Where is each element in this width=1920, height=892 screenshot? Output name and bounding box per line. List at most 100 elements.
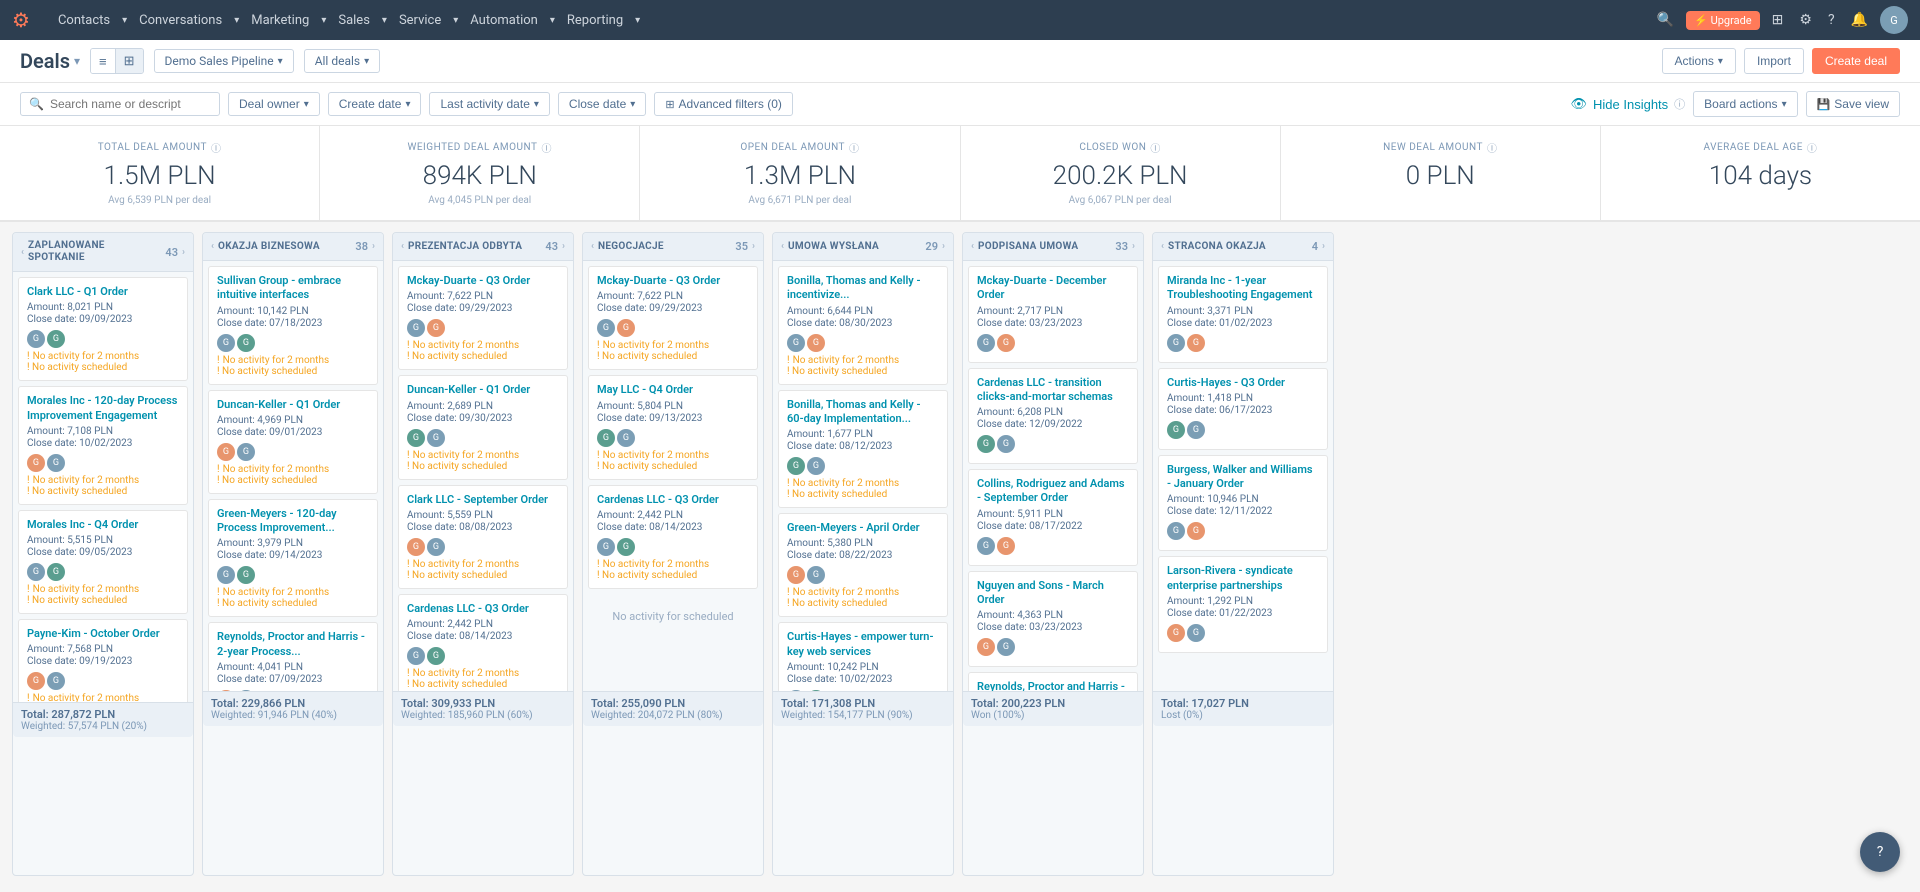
- deal-name[interactable]: Cardenas LLC - transition clicks-and-mor…: [977, 376, 1129, 405]
- nav-conversations[interactable]: Conversations: [127, 0, 234, 40]
- deals-filter-select[interactable]: All deals▾: [304, 49, 380, 73]
- last-activity-filter[interactable]: Last activity date▾: [429, 92, 549, 116]
- deal-card[interactable]: Duncan-Keller - Q1 Order Amount: 2,689 P…: [398, 375, 568, 479]
- hide-insights-button[interactable]: 👁 Hide Insights ⓘ: [1571, 96, 1686, 112]
- deal-name[interactable]: Nguyen and Sons - March Order: [977, 579, 1129, 608]
- column-nav-next[interactable]: ›: [1322, 241, 1325, 252]
- user-avatar[interactable]: G: [1880, 6, 1908, 34]
- deal-name[interactable]: Bonilla, Thomas and Kelly - incentivize.…: [787, 274, 939, 303]
- deal-name[interactable]: May LLC - Q4 Order: [597, 383, 749, 397]
- deal-name[interactable]: Green-Meyers - 120-day Process Improveme…: [217, 507, 369, 536]
- settings-icon[interactable]: ⚙: [1791, 12, 1820, 28]
- column-nav-prev[interactable]: ‹: [1161, 241, 1164, 252]
- column-nav-prev[interactable]: ‹: [781, 241, 784, 252]
- search-box[interactable]: 🔍: [20, 92, 220, 116]
- deal-name[interactable]: Duncan-Keller - Q1 Order: [217, 398, 369, 412]
- column-nav-next[interactable]: ›: [372, 241, 375, 252]
- notifications-icon[interactable]: 🔔: [1843, 12, 1876, 28]
- deal-card[interactable]: Payne-Kim - October Order Amount: 7,568 …: [18, 619, 188, 702]
- deal-name[interactable]: Bonilla, Thomas and Kelly - 60-day Imple…: [787, 398, 939, 427]
- column-nav-next[interactable]: ›: [562, 241, 565, 252]
- board-actions-button[interactable]: Board actions▾: [1693, 91, 1797, 117]
- deal-card[interactable]: Reynolds, Proctor and Harris - January O…: [968, 672, 1138, 691]
- column-nav-prev[interactable]: ‹: [21, 247, 24, 258]
- deal-card[interactable]: Reynolds, Proctor and Harris - 2-year Pr…: [208, 622, 378, 691]
- deal-name[interactable]: Cardenas LLC - Q3 Order: [407, 602, 559, 616]
- upgrade-button[interactable]: ⚡ Upgrade: [1686, 11, 1759, 30]
- hubspot-logo[interactable]: ⚙: [12, 8, 30, 32]
- deal-card[interactable]: Green-Meyers - 120-day Process Improveme…: [208, 499, 378, 618]
- import-button[interactable]: Import: [1744, 48, 1804, 74]
- actions-button[interactable]: Actions▾: [1662, 48, 1736, 74]
- deal-name[interactable]: Curtis-Hayes - Q3 Order: [1167, 376, 1319, 390]
- deal-card[interactable]: Morales Inc - Q4 Order Amount: 5,515 PLN…: [18, 510, 188, 614]
- deal-card[interactable]: Cardenas LLC - Q3 Order Amount: 2,442 PL…: [398, 594, 568, 691]
- deal-name[interactable]: Reynolds, Proctor and Harris - January O…: [977, 680, 1129, 691]
- deal-card[interactable]: Green-Meyers - April Order Amount: 5,380…: [778, 513, 948, 617]
- column-nav-prev[interactable]: ‹: [591, 241, 594, 252]
- deal-card[interactable]: Curtis-Hayes - empower turn-key web serv…: [778, 622, 948, 691]
- column-nav-next[interactable]: ›: [752, 241, 755, 252]
- close-date-filter[interactable]: Close date▾: [558, 92, 646, 116]
- deal-card[interactable]: Clark LLC - Q1 Order Amount: 8,021 PLN C…: [18, 277, 188, 381]
- deal-name[interactable]: Sullivan Group - embrace intuitive inter…: [217, 274, 369, 303]
- column-nav-prev[interactable]: ‹: [211, 241, 214, 252]
- deal-name[interactable]: Clark LLC - Q1 Order: [27, 285, 179, 299]
- deal-card[interactable]: Burgess, Walker and Williams - January O…: [1158, 455, 1328, 552]
- search-icon[interactable]: 🔍: [1649, 12, 1682, 28]
- deal-card[interactable]: Collins, Rodriguez and Adams - September…: [968, 469, 1138, 566]
- deal-card[interactable]: Morales Inc - 120-day Process Improvemen…: [18, 386, 188, 505]
- column-nav-next[interactable]: ›: [1132, 241, 1135, 252]
- deal-name[interactable]: Green-Meyers - April Order: [787, 521, 939, 535]
- deal-name[interactable]: Morales Inc - Q4 Order: [27, 518, 179, 532]
- create-date-filter[interactable]: Create date▾: [328, 92, 422, 116]
- deals-dropdown-caret[interactable]: ▾: [74, 54, 80, 68]
- column-nav-prev[interactable]: ‹: [971, 241, 974, 252]
- deal-name[interactable]: Burgess, Walker and Williams - January O…: [1167, 463, 1319, 492]
- column-nav-next[interactable]: ›: [182, 247, 185, 258]
- nav-marketing[interactable]: Marketing: [239, 0, 321, 40]
- deal-card[interactable]: Mckay-Duarte - Q3 Order Amount: 7,622 PL…: [398, 266, 568, 370]
- deal-card[interactable]: Cardenas LLC - Q3 Order Amount: 2,442 PL…: [588, 485, 758, 589]
- advanced-filters-button[interactable]: ⊞Advanced filters (0): [654, 92, 793, 116]
- help-button[interactable]: ?: [1860, 832, 1900, 872]
- deal-card[interactable]: Clark LLC - September Order Amount: 5,55…: [398, 485, 568, 589]
- deal-name[interactable]: Clark LLC - September Order: [407, 493, 559, 507]
- nav-contacts[interactable]: Contacts: [46, 0, 122, 40]
- nav-sales[interactable]: Sales: [326, 0, 382, 40]
- list-view-button[interactable]: ≡: [91, 49, 115, 73]
- nav-automation[interactable]: Automation: [458, 0, 550, 40]
- deal-name[interactable]: Curtis-Hayes - empower turn-key web serv…: [787, 630, 939, 659]
- column-nav-prev[interactable]: ‹: [401, 241, 404, 252]
- deal-card[interactable]: Duncan-Keller - Q1 Order Amount: 4,969 P…: [208, 390, 378, 494]
- deal-name[interactable]: Larson-Rivera - syndicate enterprise par…: [1167, 564, 1319, 593]
- deal-card[interactable]: Larson-Rivera - syndicate enterprise par…: [1158, 556, 1328, 653]
- deal-name[interactable]: Miranda Inc - 1-year Troubleshooting Eng…: [1167, 274, 1319, 303]
- pipeline-select[interactable]: Demo Sales Pipeline▾: [154, 49, 294, 73]
- deal-card[interactable]: Curtis-Hayes - Q3 Order Amount: 1,418 PL…: [1158, 368, 1328, 450]
- deal-card[interactable]: Cardenas LLC - transition clicks-and-mor…: [968, 368, 1138, 465]
- deal-name[interactable]: Mckay-Duarte - Q3 Order: [407, 274, 559, 288]
- help-icon[interactable]: ?: [1820, 12, 1843, 28]
- deal-card[interactable]: Miranda Inc - 1-year Troubleshooting Eng…: [1158, 266, 1328, 363]
- deal-card[interactable]: Bonilla, Thomas and Kelly - incentivize.…: [778, 266, 948, 385]
- deal-card[interactable]: May LLC - Q4 Order Amount: 5,804 PLN Clo…: [588, 375, 758, 479]
- deal-name[interactable]: Morales Inc - 120-day Process Improvemen…: [27, 394, 179, 423]
- deal-card[interactable]: Sullivan Group - embrace intuitive inter…: [208, 266, 378, 385]
- column-nav-next[interactable]: ›: [942, 241, 945, 252]
- deal-name[interactable]: Mckay-Duarte - December Order: [977, 274, 1129, 303]
- create-deal-button[interactable]: Create deal: [1812, 48, 1900, 74]
- deal-name[interactable]: Payne-Kim - October Order: [27, 627, 179, 641]
- deal-card[interactable]: Mckay-Duarte - December Order Amount: 2,…: [968, 266, 1138, 363]
- deal-name[interactable]: Collins, Rodriguez and Adams - September…: [977, 477, 1129, 506]
- deal-name[interactable]: Cardenas LLC - Q3 Order: [597, 493, 749, 507]
- deal-name[interactable]: Reynolds, Proctor and Harris - 2-year Pr…: [217, 630, 369, 659]
- deal-owner-filter[interactable]: Deal owner▾: [228, 92, 320, 116]
- search-input[interactable]: [50, 97, 211, 111]
- deal-card[interactable]: Mckay-Duarte - Q3 Order Amount: 7,622 PL…: [588, 266, 758, 370]
- deal-name[interactable]: Mckay-Duarte - Q3 Order: [597, 274, 749, 288]
- nav-reporting[interactable]: Reporting: [555, 0, 635, 40]
- board-view-button[interactable]: ⊞: [115, 49, 143, 73]
- save-view-button[interactable]: 💾Save view: [1806, 91, 1900, 117]
- deal-card[interactable]: Nguyen and Sons - March Order Amount: 4,…: [968, 571, 1138, 668]
